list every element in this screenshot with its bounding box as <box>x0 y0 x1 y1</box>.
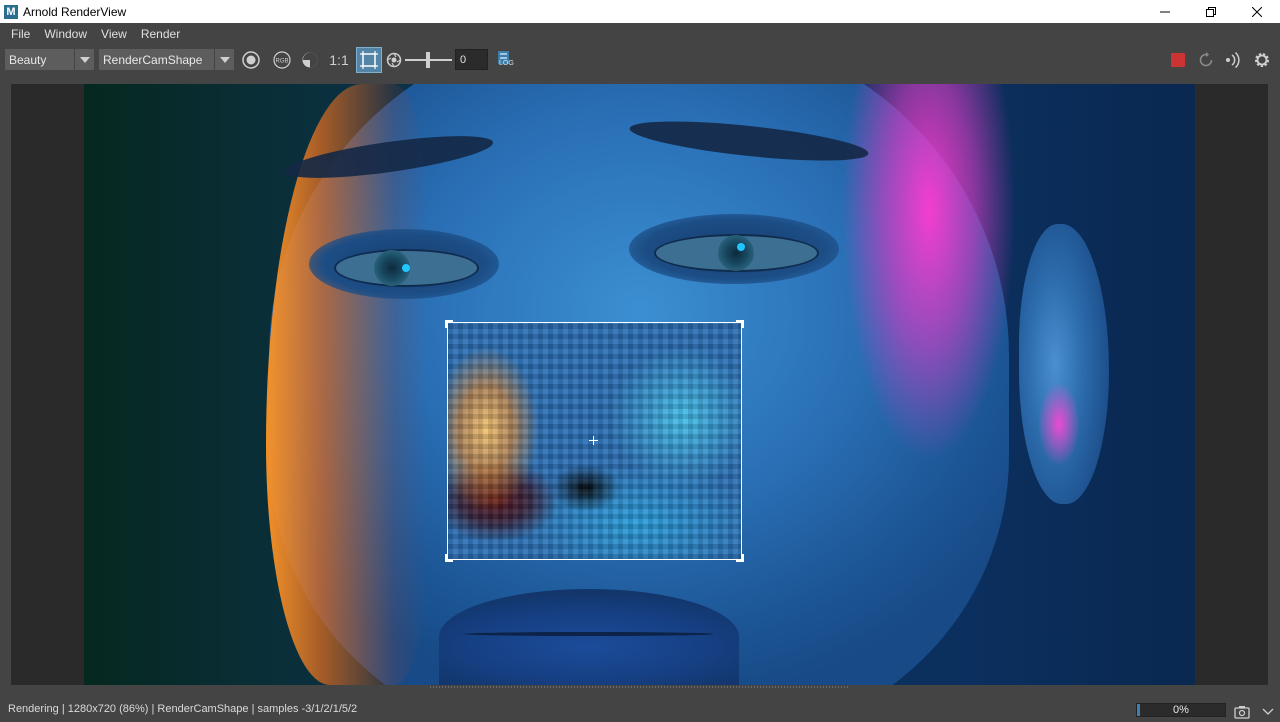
chevron-down-icon <box>74 49 94 70</box>
log-icon[interactable]: LOG <box>496 50 516 70</box>
render-progress-label: 0% <box>1173 704 1189 716</box>
region-handle-bottom-left[interactable] <box>445 554 453 562</box>
stop-render-icon[interactable] <box>1168 50 1188 70</box>
region-handle-top-left[interactable] <box>445 320 453 328</box>
panel-splitter[interactable] <box>430 686 850 688</box>
menu-bar: File Window View Render <box>0 23 1280 45</box>
camera-dropdown[interactable]: RenderCamShape <box>99 49 234 70</box>
region-handle-top-right[interactable] <box>736 320 744 328</box>
snapshot-icon[interactable] <box>1232 702 1252 722</box>
window-title: Arnold RenderView <box>23 4 127 19</box>
crosshair-icon <box>589 436 598 445</box>
rgb-channels-icon[interactable]: RGB <box>272 50 292 70</box>
ratio-button[interactable]: 1:1 <box>328 50 350 70</box>
close-icon <box>1252 6 1262 17</box>
minimize-icon <box>1160 11 1170 12</box>
title-bar: M Arnold RenderView <box>0 0 1280 23</box>
maya-app-icon: M <box>4 4 18 19</box>
lips <box>439 589 739 685</box>
menu-view[interactable]: View <box>94 23 134 45</box>
exposure-slider-handle[interactable] <box>426 52 430 68</box>
exposure-icon[interactable] <box>384 50 404 70</box>
exposure-field[interactable]: 0 <box>455 49 488 70</box>
log-label: LOG <box>499 60 514 67</box>
ipr-icon[interactable] <box>1224 50 1244 70</box>
toolbar: Beauty RenderCamShape RGB 1:1 0 LOG <box>0 45 1280 75</box>
chevron-down-icon <box>214 49 234 70</box>
lip-line <box>464 632 714 636</box>
left-eye-glint <box>402 264 410 272</box>
menu-render[interactable]: Render <box>134 23 187 45</box>
restore-button[interactable] <box>1188 0 1234 23</box>
ear-highlight <box>1039 384 1079 464</box>
region-crop-icon[interactable] <box>356 47 382 73</box>
display-color-icon[interactable] <box>241 50 261 70</box>
menu-file[interactable]: File <box>4 23 37 45</box>
aov-dropdown[interactable]: Beauty <box>5 49 94 70</box>
settings-icon[interactable] <box>1252 50 1272 70</box>
alpha-contrast-icon[interactable] <box>300 50 320 70</box>
svg-text:RGB: RGB <box>275 59 288 65</box>
pink-rim-light <box>844 84 1014 504</box>
camera-value: RenderCamShape <box>103 52 203 67</box>
refresh-icon[interactable] <box>1196 50 1216 70</box>
close-button[interactable] <box>1234 0 1280 23</box>
menu-window[interactable]: Window <box>37 23 94 45</box>
aov-value: Beauty <box>9 52 47 67</box>
minimize-button[interactable] <box>1142 0 1188 23</box>
status-bar: Rendering | 1280x720 (86%) | RenderCamSh… <box>0 700 1280 720</box>
right-iris <box>718 235 754 271</box>
render-progress-bar: 0% <box>1136 703 1226 717</box>
chevron-down-icon[interactable] <box>1258 702 1278 722</box>
right-eye-glint <box>737 243 745 251</box>
region-handle-bottom-right[interactable] <box>736 554 744 562</box>
status-text: Rendering | 1280x720 (86%) | RenderCamSh… <box>8 703 358 715</box>
restore-icon <box>1206 6 1216 17</box>
render-viewport[interactable] <box>11 84 1268 685</box>
